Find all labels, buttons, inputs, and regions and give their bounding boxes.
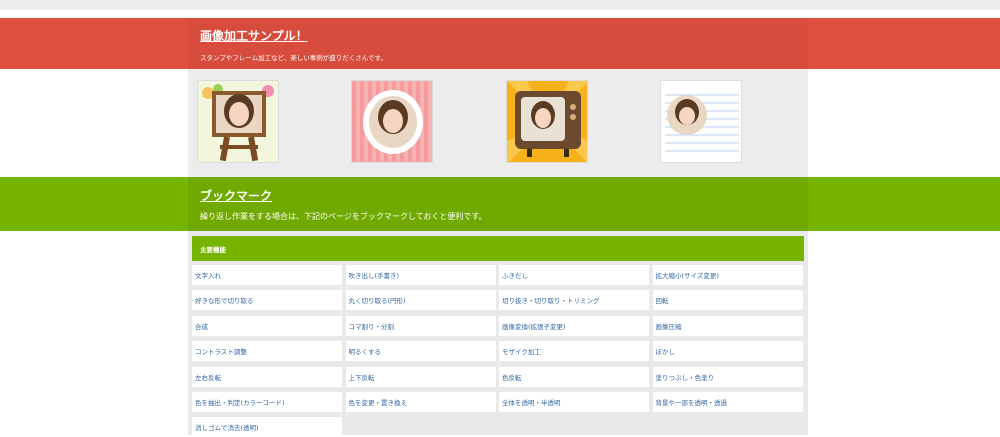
feature-link[interactable]: 合成	[195, 321, 208, 331]
feature-item[interactable]: 画像変換(拡張子変更)	[499, 315, 649, 336]
feature-link[interactable]: 背景や一部を透明・透過	[656, 397, 728, 407]
feature-item[interactable]: 明るくする	[345, 341, 496, 362]
features-panel-header: 主要機能	[192, 236, 804, 261]
features-panel: 主要機能 文字入れ 吹き出し(手書き) ふきだし 拡大縮小(サイズ変更) 好きな形で切り…	[188, 231, 808, 437]
feature-link[interactable]: モザイク加工	[502, 346, 541, 356]
feature-link[interactable]: 文字入れ	[195, 270, 221, 280]
feature-link[interactable]: 明るくする	[349, 346, 382, 356]
feature-item[interactable]: 画像圧縮	[652, 315, 803, 336]
feature-item[interactable]: 切り抜き・切り取り・トリミング	[499, 290, 649, 311]
feature-link[interactable]: 吹き出し(手書き)	[349, 270, 400, 280]
sample-thumb-notebook[interactable]	[660, 80, 742, 163]
feature-link[interactable]: コントラスト調整	[195, 346, 247, 356]
feature-link[interactable]: 全体を透明・半透明	[502, 397, 561, 407]
sample-thumb-easel[interactable]	[197, 80, 279, 163]
feature-link[interactable]: 画像圧縮	[656, 321, 682, 331]
feature-link[interactable]: 回転	[656, 295, 669, 305]
bookmark-banner	[0, 177, 1000, 231]
feature-link[interactable]: 色を変更・置き換え	[349, 397, 408, 407]
samples-gallery	[188, 69, 808, 177]
feature-link[interactable]: 切り抜き・切り取り・トリミング	[502, 295, 600, 305]
feature-item[interactable]: 色反転	[499, 366, 649, 387]
samples-banner	[0, 18, 1000, 69]
bookmark-title-link[interactable]: ブックマーク	[200, 187, 272, 204]
feature-link[interactable]: 上下反転	[349, 372, 375, 382]
feature-link[interactable]: ふきだし	[502, 270, 528, 280]
feature-item[interactable]: 色を変更・置き換え	[345, 392, 496, 412]
feature-link[interactable]: 好きな形で切り取る	[195, 295, 254, 305]
feature-item[interactable]: 合成	[192, 315, 342, 336]
feature-link[interactable]: 左右反転	[195, 372, 221, 382]
samples-title-link[interactable]: 画像加工サンプル！	[200, 27, 308, 44]
top-bar	[0, 0, 1000, 10]
feature-link[interactable]: 拡大縮小(サイズ変更)	[656, 270, 719, 280]
feature-item[interactable]: 左右反転	[192, 366, 342, 387]
feature-link[interactable]: 消しゴムで消去(透明)	[195, 422, 259, 432]
feature-item[interactable]: 丸く切り取る(円形)	[345, 290, 496, 311]
feature-item[interactable]: 消しゴムで消去(透明)	[192, 417, 342, 437]
feature-item[interactable]: ぼかし	[652, 341, 803, 362]
feature-item[interactable]: 回転	[652, 290, 803, 311]
sample-thumb-pink-frame[interactable]	[351, 80, 433, 163]
feature-item[interactable]: 塗りつぶし・色塗り	[652, 366, 803, 387]
feature-item[interactable]: 文字入れ	[192, 265, 342, 285]
feature-item[interactable]: 拡大縮小(サイズ変更)	[652, 265, 803, 285]
feature-item[interactable]: 吹き出し(手書き)	[345, 265, 496, 285]
feature-item[interactable]: 全体を透明・半透明	[499, 392, 649, 412]
feature-link[interactable]: 塗りつぶし・色塗り	[656, 372, 715, 382]
samples-subtitle: スタンプやフレーム加工など、楽しい事例が盛りだくさんです。	[200, 54, 387, 62]
feature-item[interactable]: 色を抽出・判定(カラーコード)	[192, 392, 342, 412]
feature-item[interactable]: ふきだし	[499, 265, 649, 285]
feature-link[interactable]: 丸く切り取る(円形)	[349, 295, 406, 305]
feature-link[interactable]: 色を抽出・判定(カラーコード)	[195, 397, 285, 407]
feature-link[interactable]: コマ割り・分割	[349, 321, 395, 331]
feature-link[interactable]: ぼかし	[656, 346, 676, 356]
feature-item[interactable]: 上下反転	[345, 366, 496, 387]
sample-thumb-tv-frame[interactable]	[506, 80, 588, 163]
feature-item[interactable]: コントラスト調整	[192, 341, 342, 362]
feature-link[interactable]: 色反転	[502, 372, 522, 382]
feature-item[interactable]: コマ割り・分割	[345, 315, 496, 336]
feature-link[interactable]: 画像変換(拡張子変更)	[502, 321, 566, 331]
feature-item[interactable]: モザイク加工	[499, 341, 649, 362]
feature-item[interactable]: 好きな形で切り取る	[192, 290, 342, 311]
feature-item[interactable]: 背景や一部を透明・透過	[652, 392, 803, 412]
features-header-label: 主要機能	[200, 246, 226, 254]
bookmark-subtitle: 繰り返し作業をする場合は、下記のページをブックマークしておくと便利です。	[200, 212, 487, 221]
